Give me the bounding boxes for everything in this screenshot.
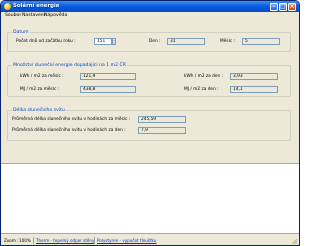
title-bar[interactable]: Solární energie – □ × xyxy=(1,1,299,12)
menu-item-soubor[interactable]: Soubor xyxy=(5,13,21,18)
status-bar: Zoom : 100% Therm - tepelný odpor stěny … xyxy=(1,233,299,245)
menu-item-nastaveni[interactable]: Nastavení xyxy=(22,13,45,18)
zoom-label: Zoom : xyxy=(4,238,19,243)
resize-grip-icon[interactable] xyxy=(291,238,298,245)
energy-group-title: Množství sluneční energie dopadající na … xyxy=(12,63,127,68)
mj-month-value: 438,8 xyxy=(80,86,136,93)
day-of-year-label: Počet dnů od začátku roku : xyxy=(16,39,76,44)
kwh-month-label: kWh / m2 za měsíc : xyxy=(20,74,64,79)
mj-day-value: 14,1 xyxy=(230,86,278,93)
kwh-month-value: 121,9 xyxy=(80,73,136,80)
therm-link[interactable]: Therm - tepelný odpor stěny xyxy=(36,238,94,243)
sunshine-daily-label: Průměrná délka slunečního svitu v hodiná… xyxy=(12,128,126,133)
kwh-day-value: 3,93 xyxy=(230,73,278,80)
month-label: Měsíc : xyxy=(220,39,235,44)
menu-item-napoveda[interactable]: Nápověda xyxy=(44,13,67,18)
month-value: 5 xyxy=(242,38,280,45)
sunshine-daily-value: 7,9 xyxy=(138,127,186,134)
day-value: 31 xyxy=(167,38,205,45)
sunshine-monthly-label: Průměrná délka slunečního svitu v hodiná… xyxy=(12,117,131,122)
output-pane xyxy=(1,163,299,233)
energy-group: Množství sluneční energie dopadající na … xyxy=(7,63,291,97)
arrow-down-icon[interactable] xyxy=(113,42,115,45)
zoom-value: 100% xyxy=(19,238,31,243)
sunshine-group-title: Délka slunečního svitu xyxy=(12,108,66,113)
day-of-year-spinner[interactable] xyxy=(112,38,116,45)
status-separator xyxy=(33,237,34,244)
mj-day-label: MJ / m2 za den : xyxy=(184,87,219,92)
close-button[interactable]: × xyxy=(288,2,296,11)
menu-bar: Soubor Nastavení Nápověda xyxy=(1,12,299,20)
form-area: Datum Počet dnů od začátku roku : 151 De… xyxy=(1,20,299,163)
polystyren-link[interactable]: Polystyren - vypočet tloušťku xyxy=(97,238,156,243)
sunshine-group: Délka slunečního svitu Průměrná délka sl… xyxy=(7,108,291,141)
window-title: Solární energie xyxy=(13,2,60,9)
date-group-title: Datum xyxy=(12,30,30,35)
sun-icon xyxy=(4,3,11,10)
mj-month-label: MJ / m2 za měsíc : xyxy=(20,87,60,92)
minimize-button[interactable]: – xyxy=(270,2,278,11)
kwh-day-label: kWh / m2 za den : xyxy=(184,74,224,79)
day-label: Den : xyxy=(149,39,161,44)
day-of-year-input[interactable]: 151 xyxy=(94,38,112,45)
sunshine-monthly-value: 245,59 xyxy=(138,116,186,123)
main-window: Solární energie – □ × Soubor Nastavení N… xyxy=(0,0,300,246)
status-separator xyxy=(94,237,95,244)
date-group: Datum Počet dnů od začátku roku : 151 De… xyxy=(7,30,291,52)
maximize-button[interactable]: □ xyxy=(279,2,287,11)
